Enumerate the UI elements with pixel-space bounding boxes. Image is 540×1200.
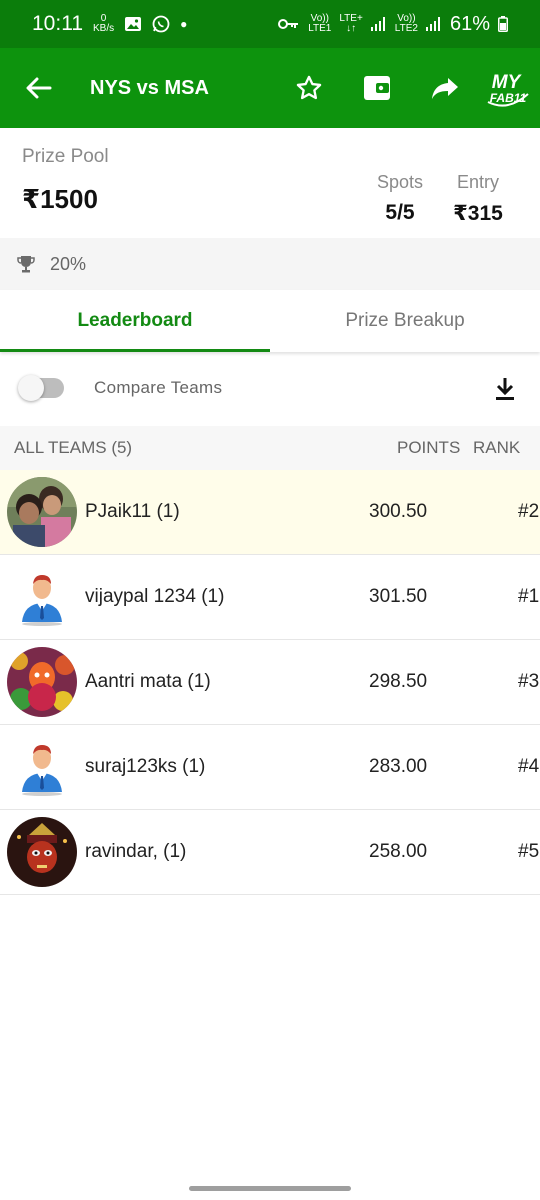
team-points: 283.00 [369, 756, 428, 777]
avatar [7, 562, 77, 632]
status-bar: 10:11 0 KB/s ● Vo)) LTE1 LTE+ ↓↑ Vo)) LTE2 … [0, 0, 540, 48]
notification-dot-icon: ● [180, 17, 188, 31]
tab-leaderboard[interactable]: Leaderboard [0, 290, 270, 352]
spots-info: Spots 5/5 [370, 172, 430, 225]
entry-value: ₹315 [453, 202, 503, 225]
user-photo-icon [7, 477, 77, 547]
default-user-icon [7, 562, 77, 632]
spots-value: 5/5 [385, 201, 415, 224]
share-arrow-icon [432, 78, 458, 99]
tab-prize-breakup[interactable]: Prize Breakup [270, 290, 540, 352]
team-rank: #2 [518, 501, 540, 522]
back-button[interactable] [14, 63, 64, 113]
myfab11-logo: MY FAB11 [487, 72, 529, 107]
compare-teams-row: Compare Teams [0, 356, 540, 420]
avatar [7, 647, 77, 717]
lte-plus-text: LTE+ [339, 13, 363, 24]
compare-teams-toggle[interactable] [18, 375, 64, 401]
sim1-lte: LTE1 [308, 23, 332, 34]
app-bar: NYS vs MSA MY FAB11 [0, 48, 540, 128]
avatar [7, 477, 77, 547]
team-points: 301.50 [369, 586, 428, 607]
toggle-knob [18, 375, 44, 401]
rank-column-header: RANK [473, 438, 521, 457]
download-icon[interactable] [490, 374, 520, 404]
team-points: 298.50 [369, 671, 428, 692]
team-rank: #5 [518, 841, 540, 862]
signal-icon [425, 17, 440, 31]
team-points: 258.00 [369, 841, 428, 862]
vpn-key-icon [278, 19, 299, 29]
avatar [7, 732, 77, 802]
team-name: Aantri mata (1) [85, 671, 211, 692]
sim2-lte: LTE2 [394, 23, 418, 34]
prize-pool-card: Prize Pool ₹1500 Spots 5/5 Entry ₹315 [0, 128, 540, 238]
team-name: vijaypal 1234 (1) [85, 586, 225, 607]
team-name: PJaik11 (1) [85, 501, 180, 522]
home-indicator[interactable] [189, 1186, 351, 1191]
lte-plus-label: LTE+ ↓↑ [339, 13, 363, 34]
table-row[interactable]: Aantri mata (1) 298.50 #3 [0, 640, 540, 725]
winners-percent: 20% [50, 253, 87, 274]
logo-text-bottom: FAB11 [490, 91, 527, 105]
team-rank: #3 [518, 671, 540, 692]
trophy-icon [17, 256, 35, 273]
battery-percent: 61% [449, 12, 490, 35]
sim2-label: Vo)) LTE2 [395, 14, 418, 34]
default-user-icon [7, 732, 77, 802]
compare-teams-label: Compare Teams [94, 378, 223, 397]
deity-photo-icon [7, 647, 77, 717]
all-teams-label: ALL TEAMS (5) [14, 438, 133, 457]
team-name: suraj123ks (1) [85, 756, 206, 777]
net-speed-unit: KB/s [93, 23, 115, 34]
leaderboard-list: PJaik11 (1) 300.50 #2 vijaypal 1234 (1) … [0, 470, 540, 895]
logo-text-top: MY [492, 72, 523, 93]
match-title: NYS vs MSA [90, 76, 209, 99]
table-row[interactable]: PJaik11 (1) 300.50 #2 [0, 470, 540, 555]
sim1-label: Vo)) LTE1 [308, 14, 331, 34]
team-points: 300.50 [369, 501, 428, 522]
team-rank: #4 [518, 756, 540, 777]
signal-icon [370, 17, 385, 31]
status-time: 10:11 [32, 12, 83, 35]
points-column-header: POINTS [397, 438, 461, 457]
leaderboard-header: ALL TEAMS (5) POINTS RANK [0, 426, 540, 470]
prize-pool-label: Prize Pool [22, 146, 109, 167]
prize-pool-value: ₹1500 [22, 184, 98, 214]
wallet-button[interactable] [352, 63, 402, 113]
team-name: ravindar, (1) [85, 841, 187, 862]
avatar [7, 817, 77, 887]
gallery-icon [125, 17, 142, 31]
arrow-left-icon [26, 77, 52, 99]
share-button[interactable] [420, 63, 470, 113]
star-icon [296, 75, 322, 100]
tab-bar: Leaderboard Prize Breakup [0, 290, 540, 352]
entry-label: Entry [456, 172, 499, 192]
table-row[interactable]: ravindar, (1) 258.00 #5 [0, 810, 540, 895]
favorite-button[interactable] [284, 63, 334, 113]
spots-label: Spots [376, 172, 424, 192]
whatsapp-icon [152, 15, 170, 33]
table-row[interactable]: vijaypal 1234 (1) 301.50 #1 [0, 555, 540, 640]
winners-strip: 20% [0, 238, 540, 290]
entry-info: Entry ₹315 [446, 172, 510, 226]
wallet-icon [364, 76, 390, 100]
team-rank: #1 [518, 586, 540, 607]
battery-icon [498, 16, 508, 32]
deity-photo-icon [7, 817, 77, 887]
net-speed: 0 KB/s [93, 14, 114, 34]
table-row[interactable]: suraj123ks (1) 283.00 #4 [0, 725, 540, 810]
